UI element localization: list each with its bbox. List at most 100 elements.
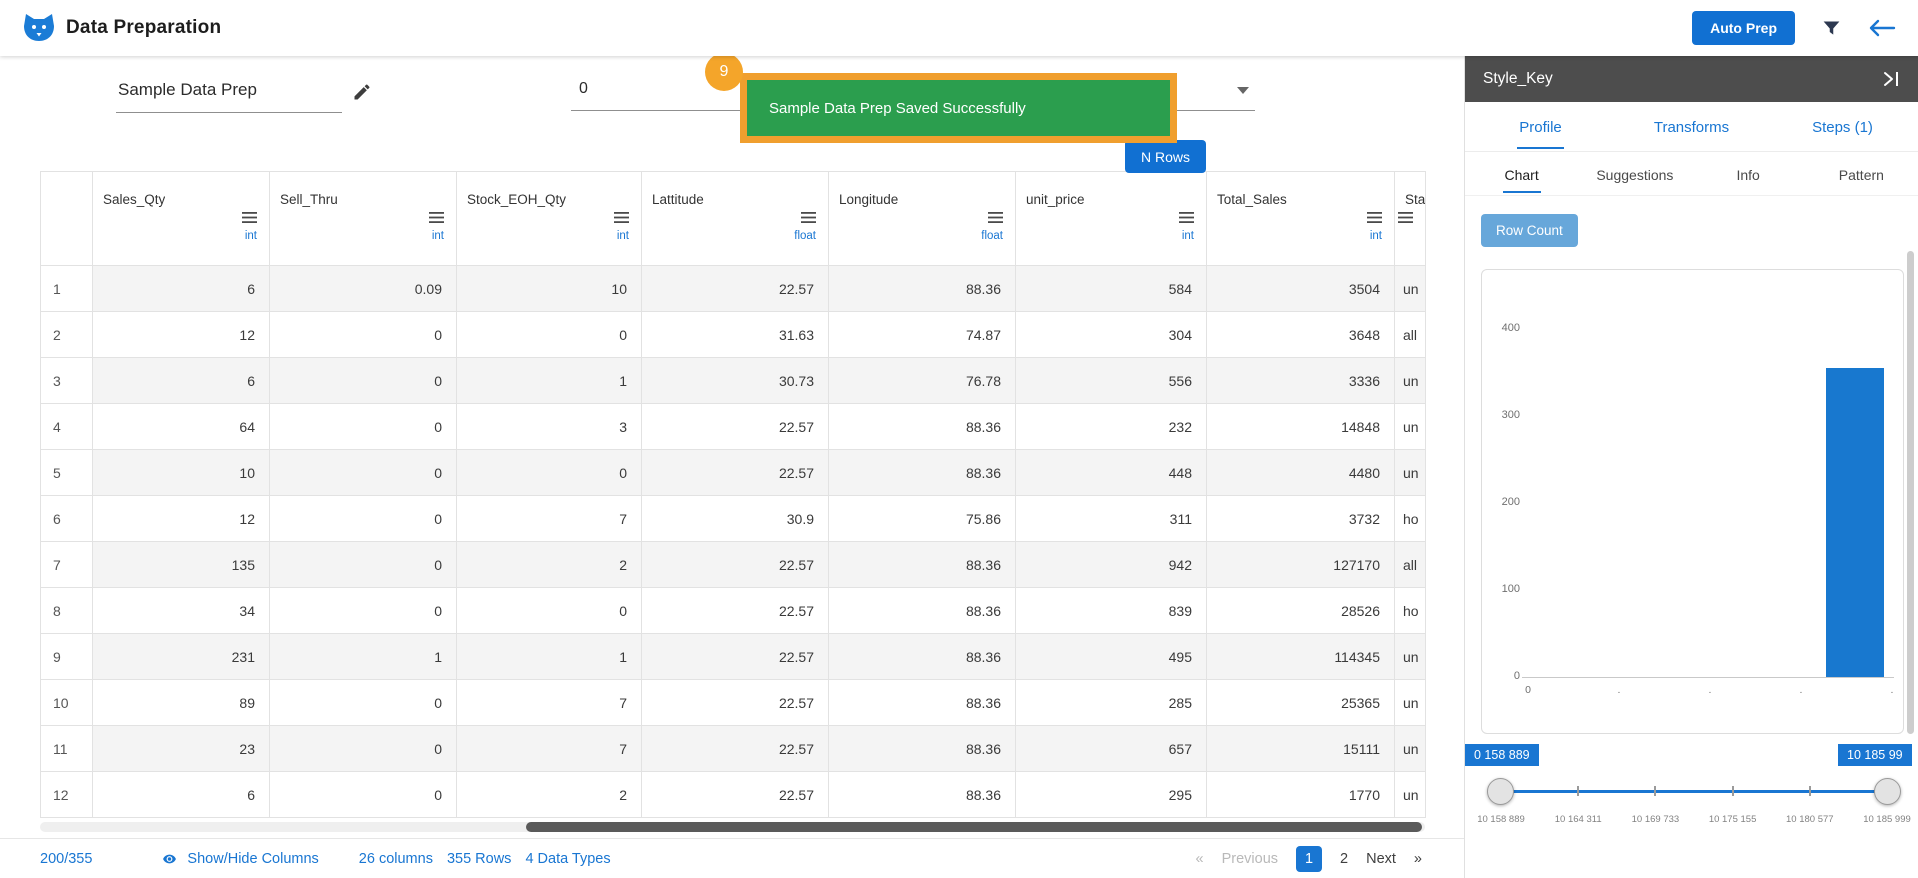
columns-count: 26 columns — [359, 851, 433, 867]
subtab-info[interactable]: Info — [1692, 152, 1805, 195]
table-cell: 3648 — [1207, 312, 1395, 358]
prep-name-input[interactable]: Sample Data Prep — [116, 80, 342, 113]
table-row: 6120730.975.863113732ho — [41, 496, 1426, 542]
column-menu-icon[interactable] — [1398, 210, 1413, 228]
row-index: 3 — [41, 358, 93, 404]
table-cell: 232 — [1016, 404, 1207, 450]
tab-transforms-label: Transforms — [1652, 104, 1731, 149]
table-cell: 231 — [93, 634, 270, 680]
table-cell: un — [1395, 772, 1426, 818]
column-menu-icon[interactable] — [614, 210, 629, 228]
table-cell: 28526 — [1207, 588, 1395, 634]
column-menu-icon[interactable] — [1179, 210, 1194, 228]
column-menu-icon[interactable] — [429, 210, 444, 228]
table-cell: 135 — [93, 542, 270, 588]
column-name: Longitude — [839, 192, 898, 207]
column-header[interactable]: Stock_EOH_Qtyint — [457, 172, 642, 266]
previous-page-button[interactable]: Previous — [1222, 851, 1278, 867]
slider-tick-mark — [1809, 786, 1811, 796]
slider-tick-mark — [1654, 786, 1656, 796]
first-page-button[interactable]: « — [1196, 851, 1204, 867]
subtab-pattern[interactable]: Pattern — [1805, 152, 1918, 195]
table-cell: 88.36 — [829, 772, 1016, 818]
panel-tabs: Profile Transforms Steps (1) — [1465, 102, 1918, 152]
table-cell: 25365 — [1207, 680, 1395, 726]
column-header[interactable]: Sta — [1395, 172, 1426, 266]
column-type: int — [1182, 230, 1194, 242]
slider-handle-min[interactable] — [1487, 778, 1514, 805]
table-row: 8340022.5788.3683928526ho — [41, 588, 1426, 634]
table-cell: 22.57 — [642, 680, 829, 726]
dropdown-value: 0 — [579, 80, 588, 97]
x-axis-line — [1522, 677, 1894, 678]
table-row: 160.091022.5788.365843504un — [41, 266, 1426, 312]
table-cell: ho — [1395, 588, 1426, 634]
visible-count: 200/355 — [40, 851, 92, 867]
step-count-badge: 9 — [705, 53, 743, 91]
slider-track[interactable] — [1501, 790, 1887, 793]
subtab-chart[interactable]: Chart — [1465, 152, 1578, 195]
column-menu-icon[interactable] — [1367, 210, 1382, 228]
table-cell: 0 — [270, 726, 457, 772]
table-cell: 114345 — [1207, 634, 1395, 680]
y-axis-tick-label: 200 — [1482, 496, 1520, 508]
row-count-chip[interactable]: Row Count — [1481, 214, 1578, 247]
column-type: float — [794, 230, 816, 242]
row-index: 4 — [41, 404, 93, 450]
column-header[interactable]: Sales_Qtyint — [93, 172, 270, 266]
filter-icon[interactable] — [1821, 18, 1842, 39]
types-count: 4 Data Types — [525, 851, 610, 867]
auto-prep-button[interactable]: Auto Prep — [1692, 11, 1795, 45]
page-2-button[interactable]: 2 — [1340, 851, 1348, 867]
edit-pencil-icon[interactable] — [352, 82, 372, 102]
back-arrow-icon[interactable] — [1868, 18, 1896, 38]
table-cell: 22.57 — [642, 588, 829, 634]
tab-steps[interactable]: Steps (1) — [1767, 102, 1918, 151]
horizontal-scrollbar-thumb[interactable] — [526, 822, 1422, 832]
panel-scrollbar-thumb[interactable] — [1907, 251, 1914, 734]
slider-tick-label: 10 175 155 — [1709, 814, 1757, 825]
page-1-button[interactable]: 1 — [1296, 846, 1322, 872]
column-type: int — [617, 230, 629, 242]
table-cell: 0 — [270, 680, 457, 726]
column-header[interactable]: unit_priceint — [1016, 172, 1207, 266]
slider-tick-label: 10 185 999 — [1863, 814, 1911, 825]
show-hide-columns-button[interactable]: Show/Hide Columns — [160, 851, 318, 867]
column-header[interactable]: Lattitude float — [642, 172, 829, 266]
next-page-button[interactable]: Next — [1366, 851, 1396, 867]
slider-tick-mark — [1732, 786, 1734, 796]
row-index-header — [41, 172, 93, 266]
subtab-suggestions[interactable]: Suggestions — [1578, 152, 1691, 195]
collapse-panel-icon[interactable] — [1882, 71, 1900, 87]
last-page-button[interactable]: » — [1414, 851, 1422, 867]
subtab-pattern-label: Pattern — [1837, 155, 1886, 193]
column-menu-icon[interactable] — [242, 210, 257, 228]
column-header[interactable]: Longitudefloat — [829, 172, 1016, 266]
table-cell: 6 — [93, 358, 270, 404]
column-menu-icon[interactable] — [988, 210, 1003, 228]
subtab-chart-label: Chart — [1503, 155, 1541, 193]
column-header[interactable]: Total_Salesint — [1207, 172, 1395, 266]
table-cell: 88.36 — [829, 404, 1016, 450]
x-axis-tick-label: . — [1690, 684, 1730, 696]
table-cell: 942 — [1016, 542, 1207, 588]
tab-transforms[interactable]: Transforms — [1616, 102, 1767, 151]
table-cell: 7 — [457, 496, 642, 542]
slider-tick-label: 10 164 311 — [1555, 814, 1602, 825]
column-name: Lattitude — [652, 192, 704, 207]
column-name: Sta — [1405, 192, 1425, 207]
page-title: Data Preparation — [66, 17, 221, 39]
table-cell: 1 — [457, 634, 642, 680]
horizontal-scrollbar[interactable] — [40, 822, 1425, 832]
column-header[interactable]: Sell_Thruint — [270, 172, 457, 266]
app-logo — [22, 13, 56, 43]
table-cell: 285 — [1016, 680, 1207, 726]
slider-handle-max[interactable] — [1874, 778, 1901, 805]
pagination: « Previous 1 2 Next » — [1196, 846, 1422, 872]
table-cell: 22.57 — [642, 450, 829, 496]
column-menu-icon[interactable] — [801, 210, 816, 228]
table-cell: 0.09 — [270, 266, 457, 312]
tab-profile[interactable]: Profile — [1465, 102, 1616, 151]
n-rows-button[interactable]: N Rows — [1125, 140, 1206, 173]
table-cell: 30.9 — [642, 496, 829, 542]
